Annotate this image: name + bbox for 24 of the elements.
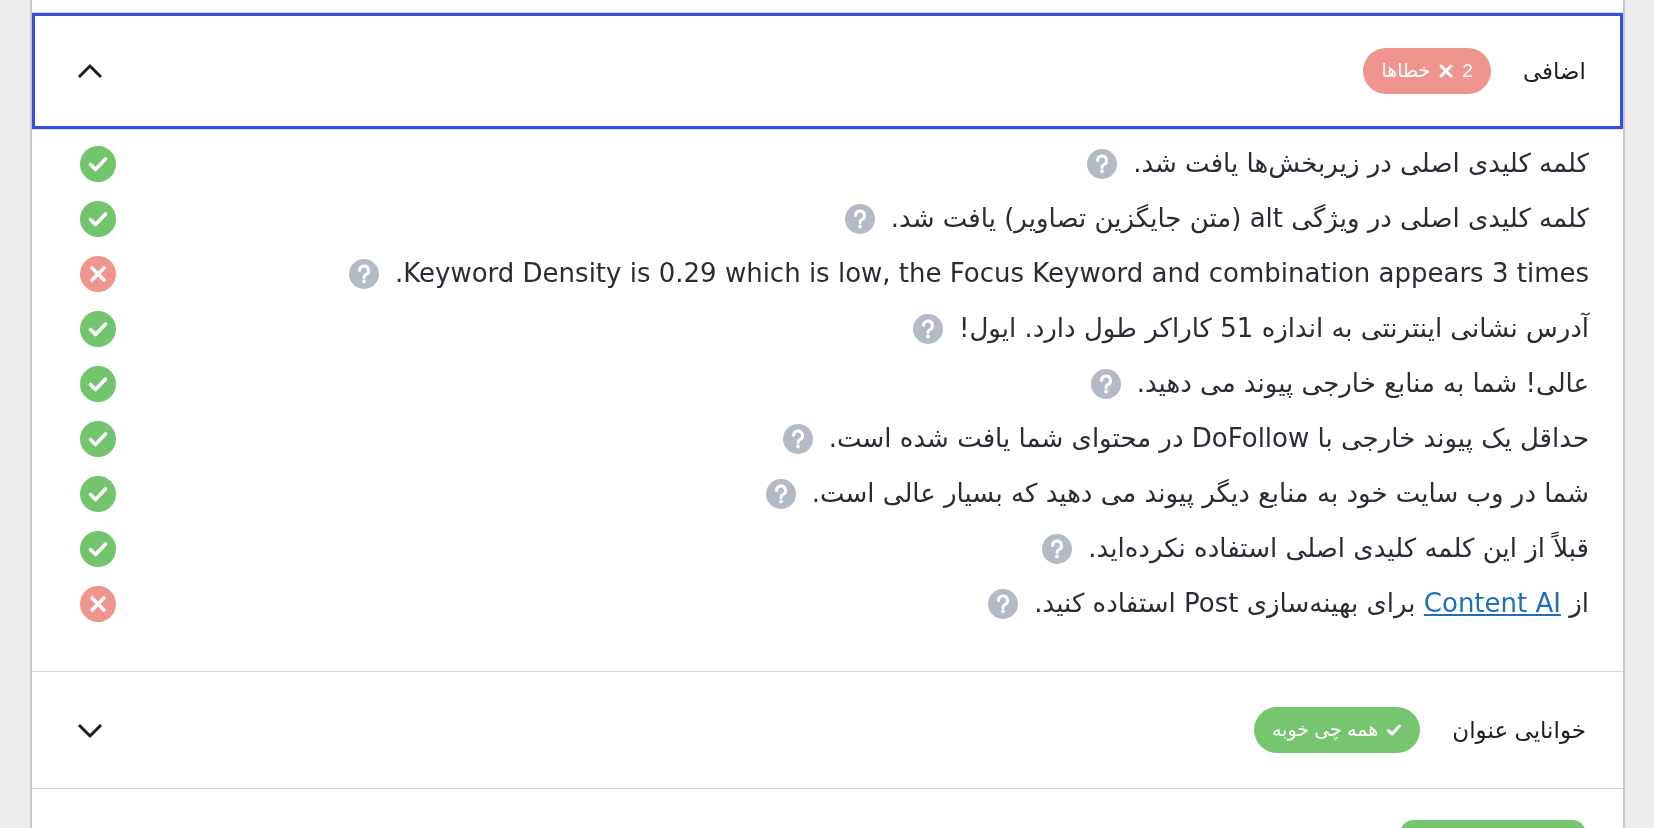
status-badge: همه چی خوبه — [1253, 707, 1421, 753]
section-title: اضافی — [1522, 56, 1586, 86]
help-icon — [1042, 533, 1073, 564]
help-icon — [782, 423, 813, 454]
check-result-text: حداقل یک پیوند خارجی با DoFollow در محتوای شما یافت شده است. — [828, 422, 1589, 456]
check-result-text: قبلاً از این کلمه کلیدی اصلی استفاده نکرده‌اید. — [1088, 530, 1589, 566]
check-result-text: آدرس نشانی اینترنتی به اندازه 51 کاراکر طول دارد. ایول! — [959, 311, 1589, 346]
check-result-text: کلمه کلیدی اصلی در زیربخش‌ها یافت شد. — [1133, 147, 1589, 181]
check-icon — [1386, 722, 1403, 738]
section-title: خوانایی عنوان — [1452, 715, 1586, 746]
check-result-text: عالی! شما به منابع خارجی پیوند می دهید. — [1136, 367, 1589, 401]
content-ai-link[interactable]: Content AI — [1423, 588, 1561, 618]
check-result-text: کلمه کلیدی اصلی در ویژگی alt (متن جایگزین تصاویر) یافت شد. — [890, 202, 1589, 236]
help-icon — [349, 258, 379, 289]
close-icon — [1438, 63, 1455, 79]
help-icon — [765, 478, 796, 509]
collapse-chevron-icon — [75, 61, 105, 81]
help-icon — [913, 313, 943, 344]
help-icon — [988, 588, 1019, 619]
help-icon — [1087, 148, 1118, 179]
check-result-text: شما در وب سایت خود به منابع دیگر پیوند می دهید که بسیار عالی است. — [811, 477, 1589, 511]
help-icon — [1090, 368, 1121, 399]
help-icon — [844, 203, 875, 234]
check-result-text: Keyword Density is 0.29 which is low, the Focus Keyword and combination appears 3 times. — [395, 257, 1589, 290]
